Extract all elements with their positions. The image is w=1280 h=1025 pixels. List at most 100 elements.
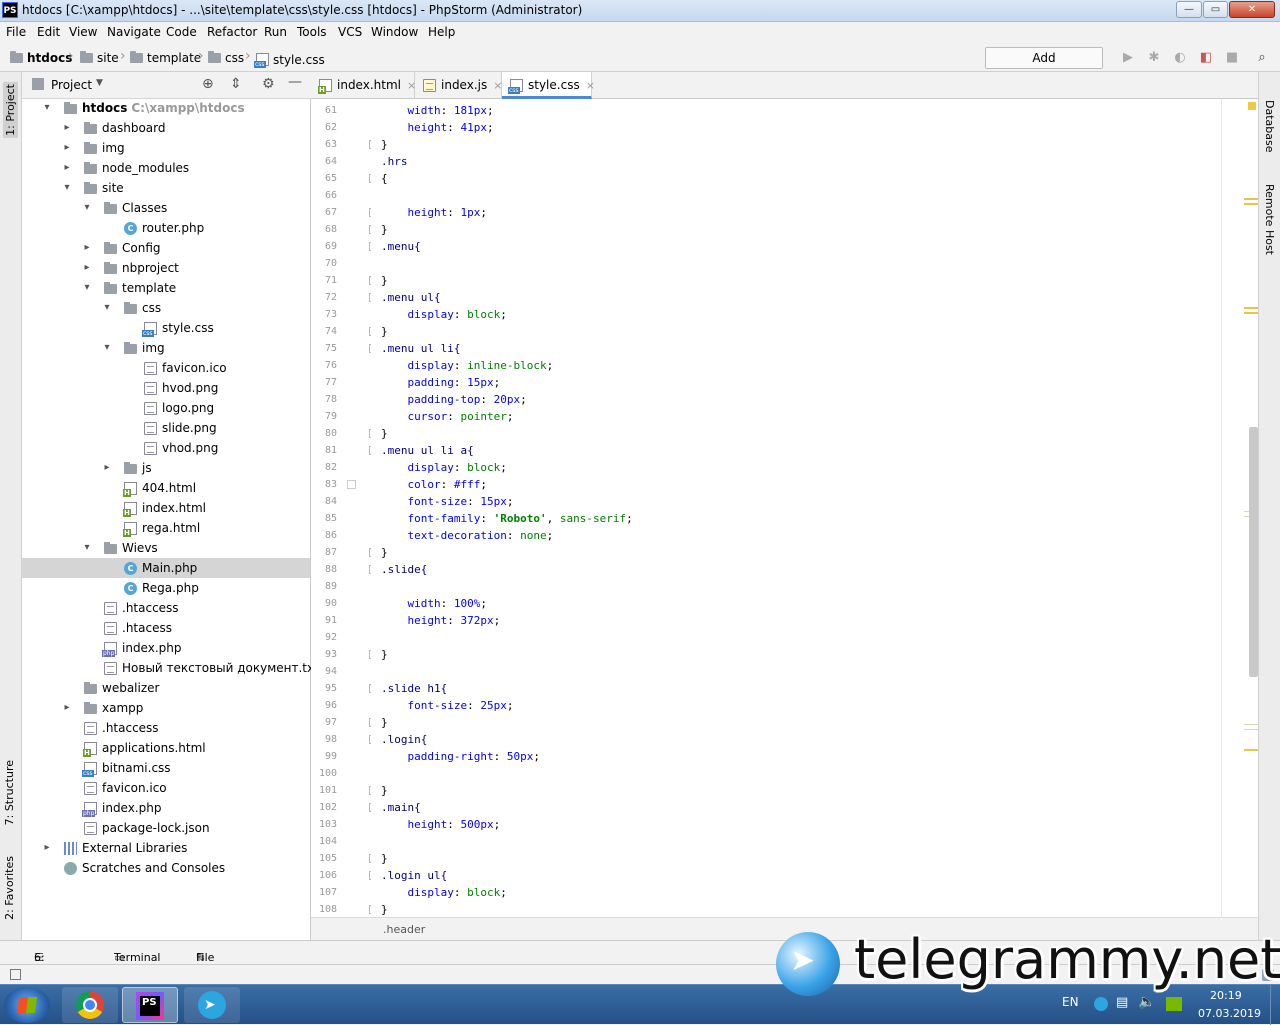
menu-navigate[interactable]: Navigate [107,25,161,39]
tree-item[interactable]: 404.html [22,478,310,498]
maximize-button[interactable]: ▭ [1203,1,1228,18]
line-number[interactable]: 107 [307,884,337,901]
tree-item[interactable]: index.php [22,798,310,818]
chevron-right-icon[interactable]: ▸ [42,838,52,858]
tree-item[interactable]: .htaccess [22,598,310,618]
line-number[interactable]: 76 [307,357,337,374]
tree-item[interactable]: webalizer [22,678,310,698]
scrollbar-thumb[interactable] [1249,427,1258,677]
line-number[interactable]: 89 [307,578,337,595]
tree-item[interactable]: ▾ img [22,338,310,358]
tab-index-js[interactable]: index.js × [415,72,502,99]
tree-item[interactable]: index.php [22,638,310,658]
error-stripe-mark[interactable] [1244,203,1258,205]
line-number[interactable]: 96 [307,697,337,714]
tree-item[interactable]: Crouter.php [22,218,310,238]
breadcrumb-css[interactable]: css [208,51,244,65]
chevron-right-icon[interactable]: ▸ [62,118,72,138]
line-number[interactable]: 68 [307,221,337,238]
error-stripe-mark[interactable] [1244,312,1258,314]
gear-icon[interactable]: ⚙ [262,76,275,92]
line-number[interactable]: 79 [307,408,337,425]
line-number[interactable]: 66 [307,187,337,204]
coverage-icon[interactable]: ◐ [1172,50,1188,66]
line-number[interactable]: 88 [307,561,337,578]
line-number[interactable]: 91 [307,612,337,629]
tree-item[interactable]: .htaccess [22,718,310,738]
chevron-right-icon[interactable]: ▸ [62,158,72,178]
chevron-right-icon[interactable]: ▸ [82,238,92,258]
chevron-down-icon[interactable]: ▾ [82,278,92,298]
line-number[interactable]: 64 [307,153,337,170]
tree-item[interactable]: bitnami.css [22,758,310,778]
taskbar-chrome[interactable] [62,987,118,1023]
error-stripe-mark[interactable] [1244,198,1258,200]
toggle-tool-windows-icon[interactable] [10,969,21,980]
tree-item[interactable]: ▸ Config [22,238,310,258]
tree-item[interactable]: style.css [22,318,310,338]
tree-item[interactable]: package-lock.json [22,818,310,838]
line-number[interactable]: 70 [307,255,337,272]
line-number[interactable]: 98 [307,731,337,748]
chevron-right-icon[interactable]: ▸ [62,698,72,718]
profile-icon[interactable]: ◧ [1198,50,1214,66]
breadcrumb-template[interactable]: template [130,51,201,65]
line-number[interactable]: 81 [307,442,337,459]
tree-item[interactable]: rega.html [22,518,310,538]
tree-item[interactable]: ▸ js [22,458,310,478]
line-number[interactable]: 105 [307,850,337,867]
start-button[interactable] [4,987,50,1023]
line-number[interactable]: 102 [307,799,337,816]
tree-item[interactable]: favicon.ico [22,778,310,798]
tree-item[interactable]: logo.png [22,398,310,418]
line-number[interactable]: 63 [307,136,337,153]
line-number[interactable]: 104 [307,833,337,850]
debug-icon[interactable]: ✱ [1146,50,1162,66]
line-number[interactable]: 108 [307,901,337,918]
project-view-selector[interactable]: Project [51,78,92,92]
tree-item[interactable]: ▾ htdocs C:\xampp\htdocs [22,98,310,118]
line-number[interactable]: 85 [307,510,337,527]
line-number[interactable]: 84 [307,493,337,510]
structure-tool-tab[interactable]: 7: Structure [3,760,16,825]
menu-run[interactable]: Run [264,25,287,39]
tree-item[interactable]: C Rega.php [22,578,310,598]
line-number[interactable]: 77 [307,374,337,391]
line-number[interactable]: 83 [307,476,337,493]
line-number[interactable]: 71 [307,272,337,289]
taskbar-phpstorm[interactable]: PS [122,987,178,1023]
line-number[interactable]: 74 [307,323,337,340]
taskbar-telegram[interactable]: ➤ [184,987,240,1023]
tree-item[interactable]: ▾ Classes [22,198,310,218]
breadcrumb-style-css[interactable]: style.css [254,51,325,68]
line-number[interactable]: 86 [307,527,337,544]
line-number[interactable]: 94 [307,663,337,680]
menu-file[interactable]: File [6,25,26,39]
error-stripe-mark[interactable] [1244,749,1258,751]
menu-code[interactable]: Code [166,25,197,39]
menu-view[interactable]: View [69,25,97,39]
line-number[interactable]: 75 [307,340,337,357]
editor-breadcrumb[interactable]: .header [383,923,425,936]
add-configuration-button[interactable]: Add Configuration... [985,47,1103,85]
color-preview-swatch[interactable] [347,480,356,489]
tree-item[interactable]: favicon.ico [22,358,310,378]
language-indicator[interactable]: EN [1062,995,1079,1009]
code-editor[interactable]: width: 181px; height: 41px;} .hrs { height… [371,99,1221,917]
error-stripe-mark[interactable] [1244,307,1258,309]
chevron-down-icon[interactable]: ▾ [102,298,112,318]
menu-help[interactable]: Help [428,25,455,39]
error-stripe-mark[interactable] [1244,729,1258,730]
line-number[interactable]: 72 [307,289,337,306]
menu-window[interactable]: Window [371,25,418,39]
telegram-tray-icon[interactable] [1094,997,1108,1011]
chevron-down-icon[interactable]: ▾ [42,98,52,118]
tree-item[interactable]: hvod.png [22,378,310,398]
line-number[interactable]: 69 [307,238,337,255]
line-number[interactable]: 80 [307,425,337,442]
stop-icon[interactable]: ■ [1224,50,1240,66]
nvidia-icon[interactable] [1166,997,1182,1011]
line-number[interactable]: 106 [307,867,337,884]
warning-indicator-icon[interactable] [1248,102,1256,110]
locate-icon[interactable]: ⊕ [202,76,214,92]
